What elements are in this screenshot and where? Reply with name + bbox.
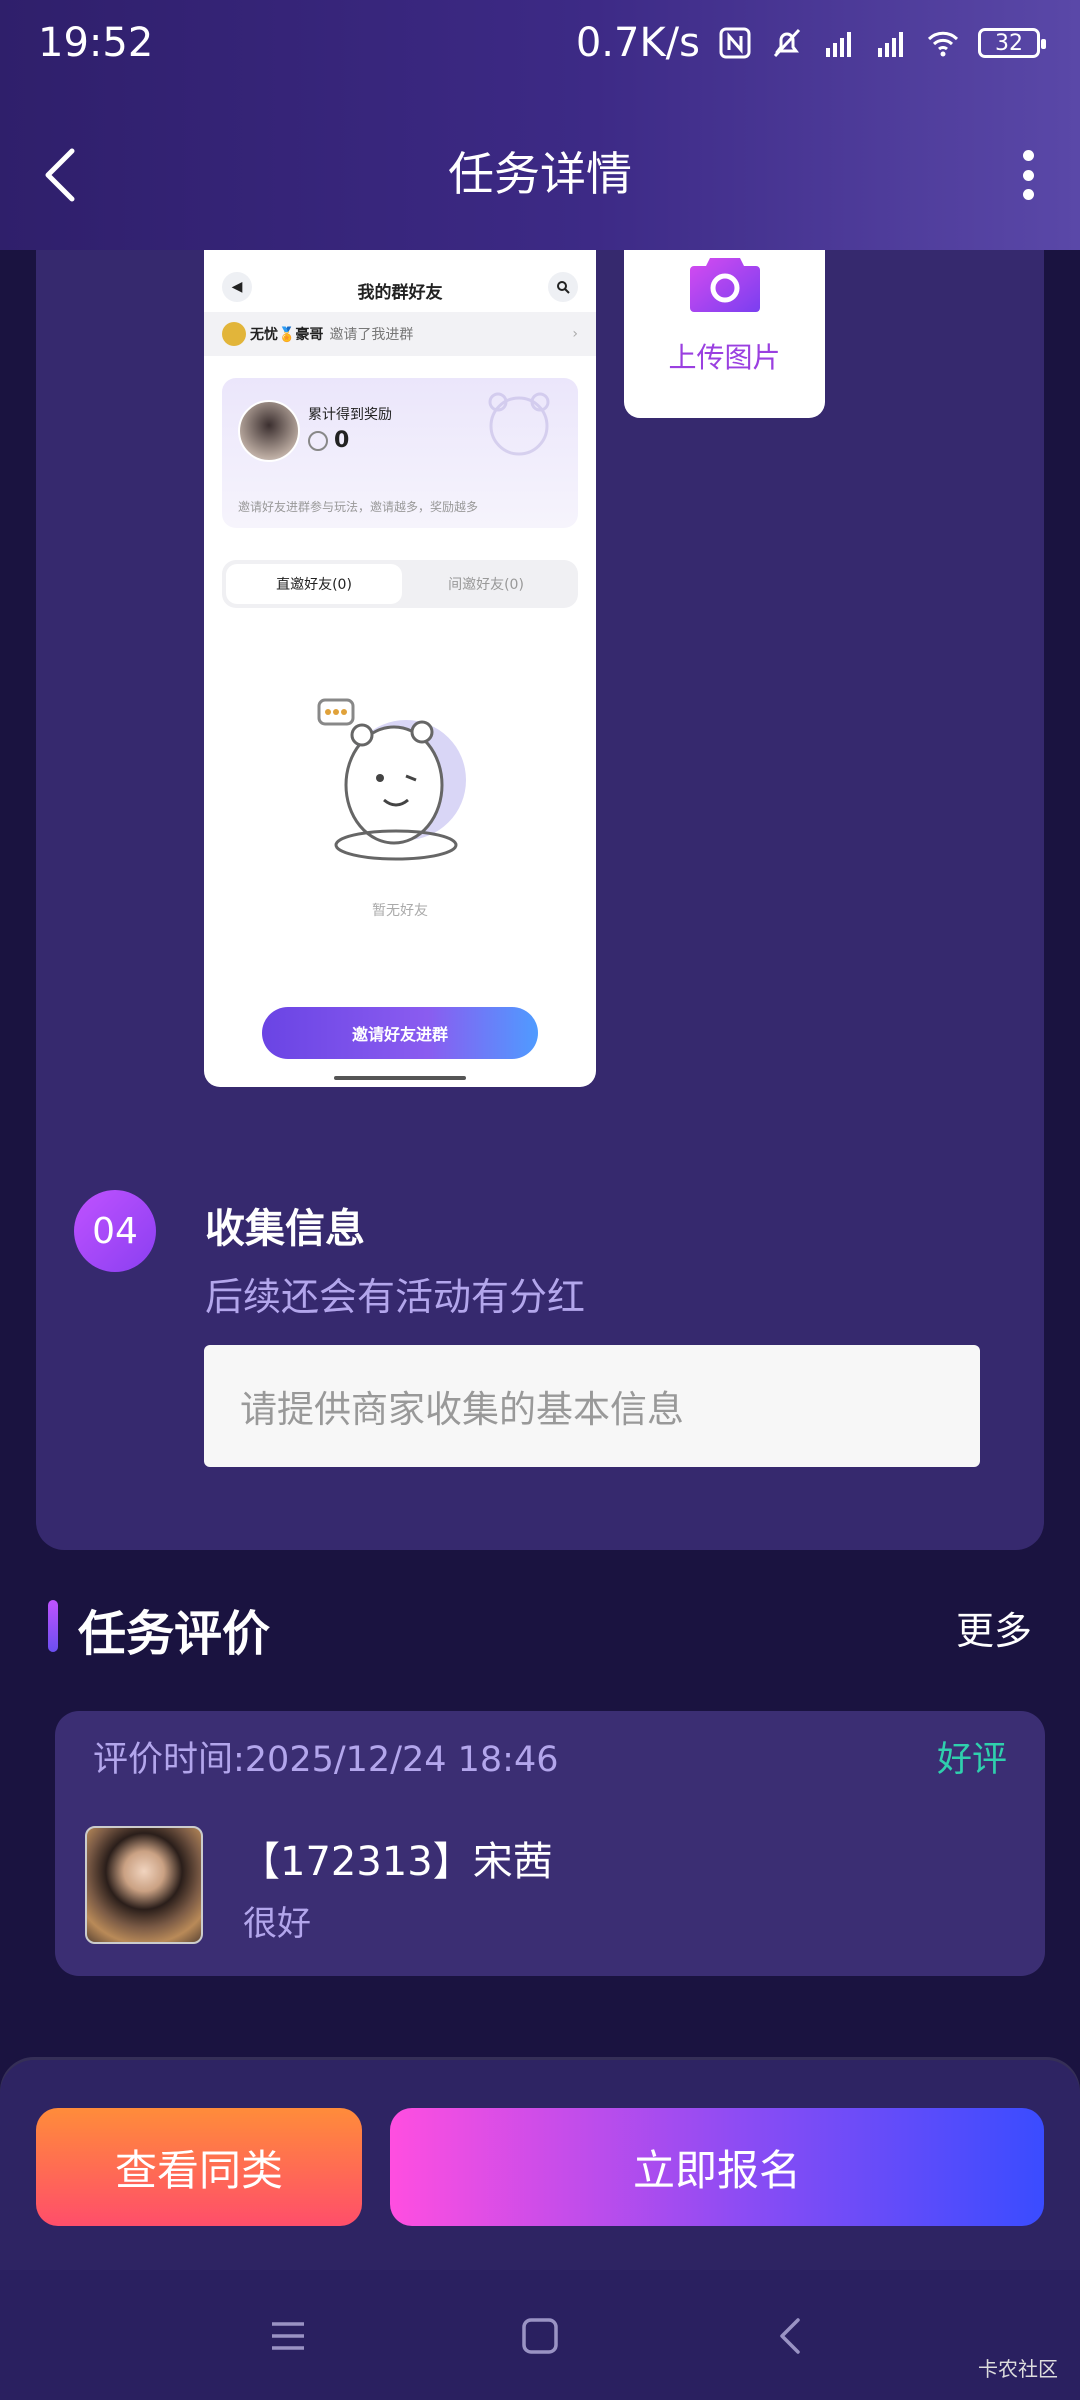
- coin-icon: [308, 430, 328, 451]
- section-accent-bar: [48, 1600, 58, 1652]
- screenshot-tab-indirect: 间邀好友(0): [448, 577, 524, 593]
- screenshot-invite-button: 邀请好友进群: [262, 1007, 538, 1059]
- screenshot-reward-number: 0: [334, 428, 350, 453]
- review-rating-badge: 好评: [936, 1740, 1007, 1780]
- status-bar: 19:52 0.7K/s 32: [0, 0, 1080, 95]
- chevron-right-icon: ›: [572, 326, 578, 342]
- tiger-watermark-icon: [488, 392, 550, 456]
- signup-now-button[interactable]: 立即报名: [390, 2108, 1044, 2226]
- status-time: 19:52: [38, 20, 154, 66]
- page-title: 任务详情: [448, 147, 632, 201]
- screenshot-reward-label: 累计得到奖励: [308, 407, 392, 423]
- watermark-text: 卡农社区: [978, 2357, 1058, 2381]
- system-navigation-bar: 卡农社区: [0, 2270, 1080, 2400]
- battery-level: 32: [995, 30, 1023, 56]
- bottom-action-bar: 查看同类 立即报名: [0, 2060, 1080, 2270]
- screenshot-topbar: ◀ 我的群好友: [204, 270, 596, 310]
- reviewer-avatar: [85, 1826, 203, 1944]
- screenshot-notice-name: 无忧🏅豪哥: [250, 327, 324, 343]
- screenshot-notice-text: 邀请了我进群: [329, 327, 414, 343]
- screenshot-invite-notice: 无忧🏅豪哥 邀请了我进群 ›: [204, 312, 596, 356]
- upload-image-label: 上传图片: [668, 341, 781, 374]
- review-time: 评价时间:2025/12/24 18:46: [93, 1740, 559, 1780]
- nfc-icon: [719, 27, 751, 59]
- mute-bell-icon: [773, 28, 801, 58]
- screenshot-reward-avatar: [238, 400, 300, 462]
- reviews-section-title: 任务评价: [78, 1606, 271, 1662]
- menu-icon[interactable]: [264, 2312, 312, 2360]
- step-number-badge: 04: [74, 1190, 156, 1272]
- wifi-icon: [927, 31, 959, 57]
- battery-icon: 32: [978, 28, 1046, 58]
- step-title: 收集信息: [205, 1206, 365, 1252]
- screenshot-tabs: 直邀好友(0) 间邀好友(0): [222, 560, 578, 608]
- signal-hd-icon-2: [878, 32, 903, 57]
- screenshot-reward-value: 0: [308, 428, 349, 453]
- example-screenshot[interactable]: ◀ 我的群好友 无忧🏅豪哥 邀请了我进群 › 累计得到奖励 0 邀请好友进群参与…: [204, 250, 596, 1087]
- step-description: 后续还会有活动有分红: [205, 1275, 586, 1319]
- camera-icon: [689, 258, 760, 312]
- home-icon[interactable]: [516, 2312, 564, 2360]
- screenshot-search-icon: [548, 272, 578, 302]
- screenshot-reward-desc: 邀请好友进群参与玩法，邀请越多，奖励越多: [238, 500, 479, 514]
- system-back-icon[interactable]: [768, 2312, 816, 2360]
- screenshot-tab-direct: 直邀好友(0): [226, 564, 402, 604]
- review-text: 很好: [243, 1904, 311, 1944]
- view-similar-button[interactable]: 查看同类: [36, 2108, 362, 2226]
- screenshot-notice-avatar: [222, 322, 246, 346]
- more-options-icon[interactable]: [1018, 150, 1038, 200]
- review-card: 评价时间:2025/12/24 18:46 好评 【172313】宋茜 很好: [55, 1711, 1045, 1976]
- signal-hd-icon: [826, 32, 851, 57]
- screenshot-reward-card: 累计得到奖励 0 邀请好友进群参与玩法，邀请越多，奖励越多: [222, 378, 578, 528]
- upload-image-button[interactable]: 上传图片: [624, 250, 825, 418]
- reviews-more-link[interactable]: 更多: [956, 1600, 1032, 1655]
- screenshot-empty-text: 暂无好友: [372, 903, 428, 919]
- reviewer-name: 【172313】宋茜: [240, 1839, 553, 1885]
- info-input-field[interactable]: 请提供商家收集的基本信息: [204, 1345, 980, 1467]
- screenshot-home-indicator: [334, 1076, 466, 1080]
- screenshot-title: 我的群好友: [357, 283, 443, 303]
- status-icons: 0.7K/s 32: [575, 20, 1046, 66]
- header: 19:52 0.7K/s 32 任务详情: [0, 0, 1080, 250]
- tiger-empty-illustration: [317, 698, 466, 861]
- net-speed: 0.7K/s: [575, 20, 700, 66]
